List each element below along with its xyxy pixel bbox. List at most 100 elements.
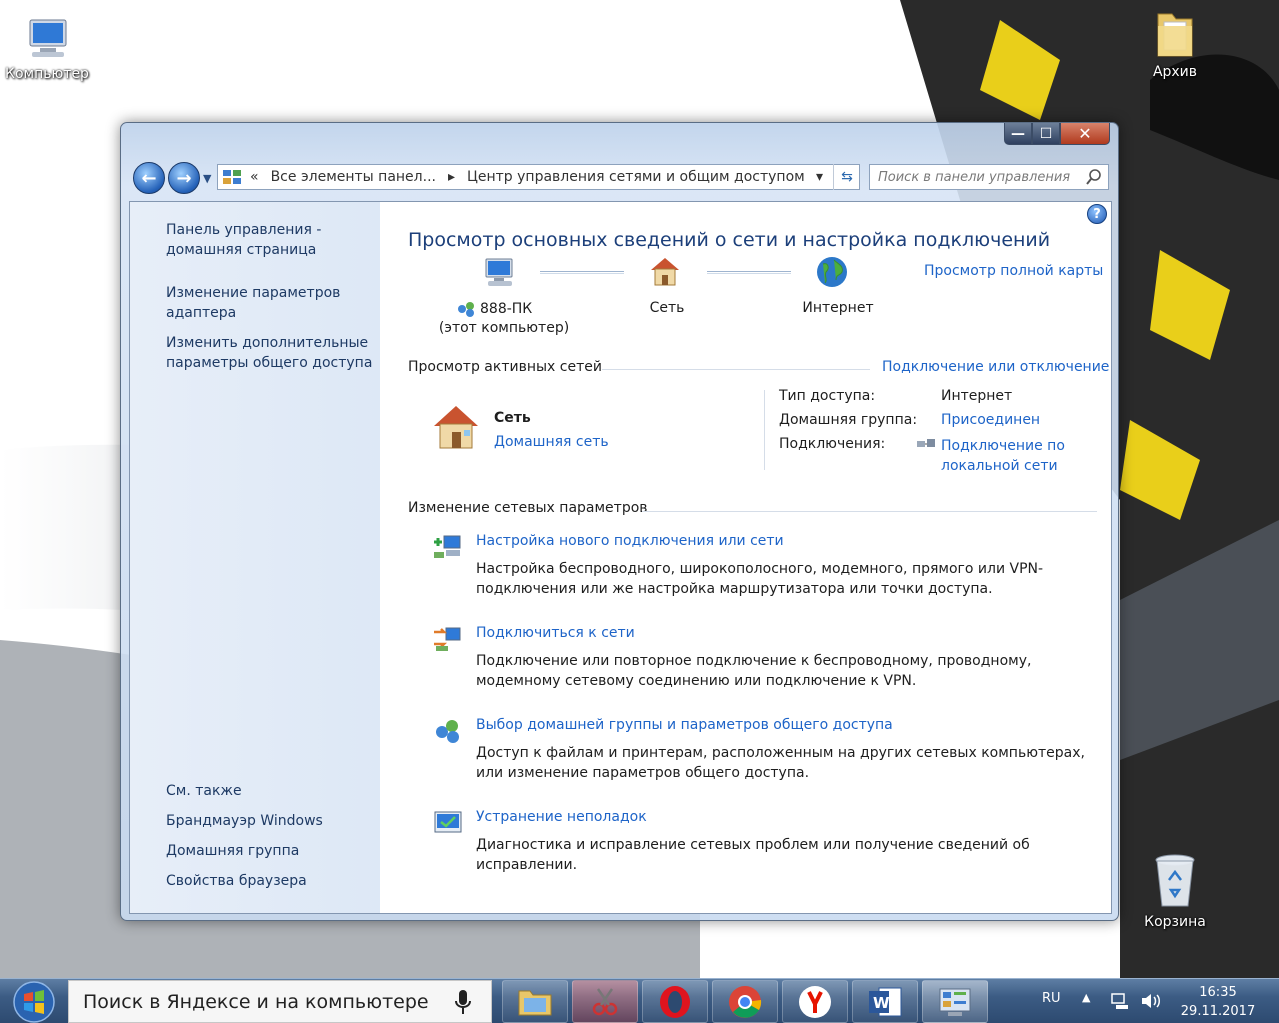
taskbar-chrome[interactable] (712, 980, 778, 1023)
home-network-icon (651, 258, 679, 286)
address-segment-network-center[interactable]: Центр управления сетями и общим доступом (461, 169, 811, 185)
sidebar: Панель управления - домашняя страница Из… (130, 202, 380, 913)
home-network-icon (434, 406, 478, 449)
task-new-connection-link[interactable]: Настройка нового подключения или сети (476, 533, 784, 549)
troubleshoot-icon (434, 811, 462, 833)
taskbar-opera[interactable] (642, 980, 708, 1023)
network-node-label: Сеть (649, 300, 685, 316)
refresh-button[interactable]: ⇆ (833, 164, 860, 190)
taskbar-snipping-tool[interactable] (572, 980, 638, 1023)
arrow-right-icon: → (176, 167, 192, 189)
start-button[interactable] (6, 979, 62, 1023)
refresh-icon: ⇆ (841, 169, 853, 185)
computer-icon (29, 19, 67, 57)
homegroup-icon (436, 720, 459, 743)
sidebar-item-advanced-sharing[interactable]: Изменить дополнительные параметры общего… (166, 333, 376, 373)
caption-buttons: — ☐ ✕ (1004, 123, 1110, 145)
connect-disconnect-link[interactable]: Подключение или отключение (882, 359, 1109, 375)
sidebar-item-homegroup[interactable]: Домашняя группа (166, 841, 376, 861)
desktop-icon-label: Компьютер (5, 66, 89, 82)
network-center-window: — ☐ ✕ ← → ▼ « Все элементы панел... ▸ Це… (120, 122, 1119, 921)
folder-icon (518, 990, 552, 1015)
sidebar-item-control-panel-home[interactable]: Панель управления - домашняя страница (166, 220, 376, 260)
view-full-map-link[interactable]: Просмотр полной карты (924, 263, 1103, 279)
active-network-name: Сеть (494, 410, 531, 426)
search-placeholder: Поиск в панели управления (878, 169, 1071, 185)
ethernet-icon (917, 439, 935, 447)
taskbar: Поиск в Яндексе и на компьютере W RU ▲ 1… (0, 978, 1279, 1023)
address-segment-all-items[interactable]: Все элементы панел... (265, 169, 442, 185)
chevron-up-icon: ▲ (1082, 991, 1091, 1004)
volume-icon[interactable] (1140, 991, 1162, 1011)
help-icon: ? (1093, 206, 1101, 222)
arrow-left-icon: ← (141, 167, 157, 189)
folder-icon (1157, 13, 1193, 57)
connections-label: Подключения: (779, 436, 886, 452)
back-button[interactable]: ← (133, 162, 165, 194)
desktop-icon-label: Архив (1152, 64, 1198, 80)
desktop-icon-recycle-bin[interactable]: Корзина (1130, 852, 1220, 930)
taskbar-control-panel[interactable] (922, 980, 988, 1023)
desktop-icon-archive[interactable]: Архив (1130, 6, 1220, 80)
yandex-search-text: Поиск в Яндексе и на компьютере (83, 990, 429, 1013)
maximize-button[interactable]: ☐ (1032, 123, 1060, 145)
desktop-icon-computer[interactable]: Компьютер (2, 14, 92, 82)
access-type-value: Интернет (941, 388, 1013, 404)
sidebar-item-adapter-settings[interactable]: Изменение параметров адаптера (166, 283, 376, 323)
vertical-divider (764, 390, 765, 470)
section-divider (642, 511, 1097, 512)
clock-date: 29.11.2017 (1180, 1004, 1256, 1019)
home-network-type-link[interactable]: Домашняя сеть (494, 434, 609, 450)
address-overflow[interactable]: « (244, 169, 265, 185)
help-button[interactable]: ? (1087, 204, 1107, 224)
clock-time: 16:35 (1199, 985, 1237, 1000)
computer-sub-label: (этот компьютер) (438, 320, 570, 336)
yandex-search-input[interactable]: Поиск в Яндексе и на компьютере (68, 980, 492, 1023)
homegroup-label: Домашняя группа: (779, 412, 918, 428)
main-pane: ? Просмотр основных сведений о сети и на… (380, 202, 1111, 913)
task-troubleshoot-desc: Диагностика и исправление сетевых пробле… (476, 837, 1030, 873)
task-connect-network-link[interactable]: Подключиться к сети (476, 625, 635, 641)
access-type-label: Тип доступа: (779, 388, 876, 404)
task-new-connection-desc: Настройка беспроводного, широкополосного… (476, 561, 1044, 597)
sidebar-item-browser-properties[interactable]: Свойства браузера (166, 871, 376, 891)
svg-text:W: W (873, 994, 890, 1012)
computer-icon (485, 258, 513, 286)
address-separator[interactable]: ▸ (442, 169, 461, 185)
system-clock[interactable]: 16:35 29.11.2017 (1176, 983, 1260, 1021)
minimize-button[interactable]: — (1004, 123, 1032, 145)
forward-button[interactable]: → (168, 162, 200, 194)
see-also-heading: См. также (166, 783, 242, 799)
close-button[interactable]: ✕ (1060, 123, 1110, 145)
computer-name: 888-ПК (480, 301, 533, 317)
taskbar-word[interactable]: W (852, 980, 918, 1023)
navigation-bar: ← → ▼ « Все элементы панел... ▸ Центр уп… (131, 159, 1111, 197)
opera-icon (660, 985, 690, 1018)
chevron-down-icon: ▼ (203, 172, 212, 185)
change-settings-heading: Изменение сетевых параметров (408, 500, 648, 516)
new-connection-icon (434, 535, 461, 558)
word-icon: W (869, 987, 902, 1016)
map-connector-line (707, 271, 791, 274)
section-divider (602, 369, 870, 370)
history-dropdown-button[interactable]: ▼ (203, 172, 211, 185)
taskbar-explorer[interactable] (502, 980, 568, 1023)
task-homegroup-link[interactable]: Выбор домашней группы и параметров общег… (476, 717, 893, 733)
search-input[interactable]: Поиск в панели управления (869, 164, 1109, 190)
globe-icon (817, 257, 847, 287)
taskbar-yandex-browser[interactable] (782, 980, 848, 1023)
homegroup-joined-link[interactable]: Присоединен (941, 412, 1040, 428)
language-indicator[interactable]: RU (1042, 991, 1061, 1006)
address-bar[interactable]: « Все элементы панел... ▸ Центр управлен… (217, 164, 860, 190)
show-hidden-icons-button[interactable]: ▲ (1082, 991, 1090, 1004)
network-tray-icon[interactable] (1110, 991, 1130, 1011)
sidebar-item-firewall[interactable]: Брандмауэр Windows (166, 811, 376, 831)
microphone-icon[interactable] (455, 989, 471, 1015)
yandex-browser-icon (799, 985, 831, 1018)
window-content: Панель управления - домашняя страница Из… (129, 201, 1112, 914)
task-troubleshoot-link[interactable]: Устранение неполадок (476, 809, 647, 825)
address-dropdown[interactable]: ▾ (810, 169, 829, 185)
search-icon (1086, 169, 1101, 185)
local-connection-link[interactable]: Подключение по локальной сети (941, 436, 1081, 476)
control-panel-icon (223, 170, 241, 184)
